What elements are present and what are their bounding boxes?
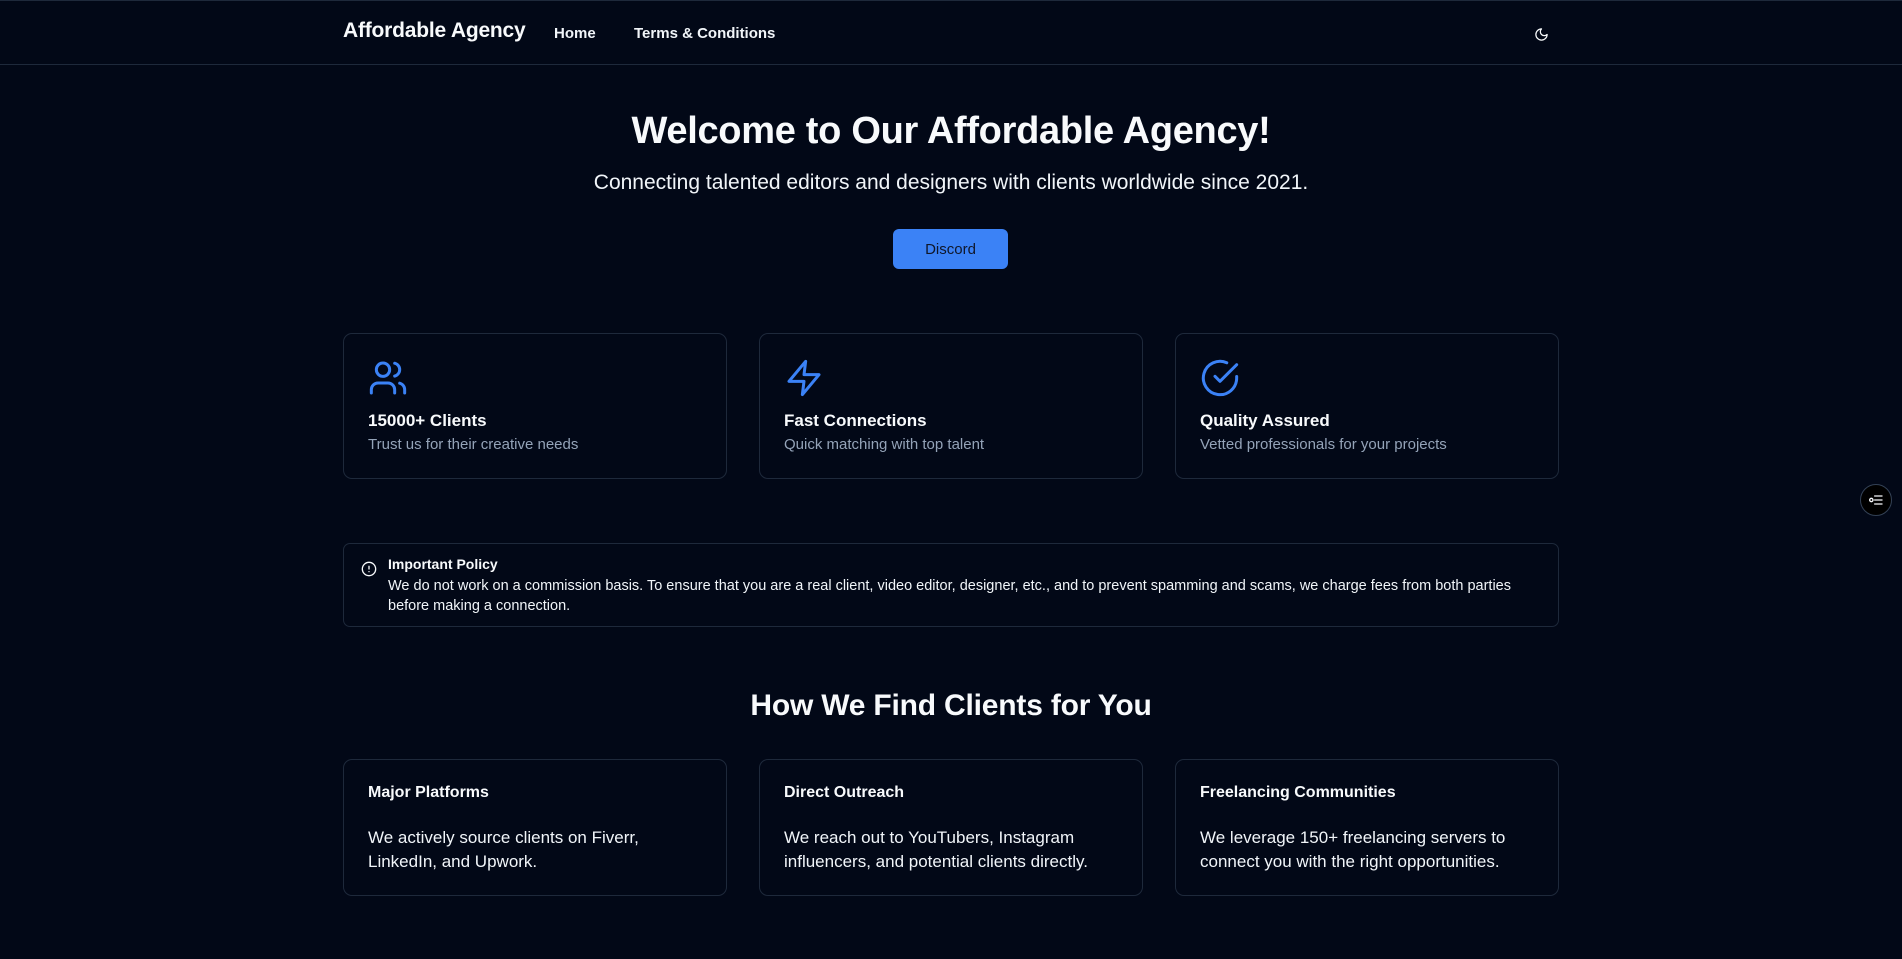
discord-button[interactable]: Discord: [893, 229, 1008, 269]
nav-home-link[interactable]: Home: [554, 25, 596, 42]
brand-logo[interactable]: Affordable Agency: [343, 19, 526, 43]
lightning-icon: [787, 359, 821, 397]
how-card-description: We reach out to YouTubers, Instagram inf…: [784, 828, 1088, 871]
policy-text: We do not work on a commission basis. To…: [388, 578, 1511, 614]
theme-toggle-button[interactable]: [1530, 23, 1552, 45]
hero-subtitle: Connecting talented editors and designer…: [593, 171, 1309, 194]
how-card-platforms: Major Platforms We actively source clien…: [343, 759, 727, 896]
section-title: How We Find Clients for You: [750, 689, 1152, 722]
how-card-description: We leverage 150+ freelancing servers to …: [1200, 828, 1506, 871]
feature-description: Trust us for their creative needs: [368, 436, 579, 453]
feature-description: Quick matching with top talent: [784, 436, 985, 453]
side-widget-button[interactable]: [1860, 484, 1892, 516]
feature-description: Vetted professionals for your projects: [1200, 436, 1447, 453]
feature-title: Fast Connections: [784, 411, 927, 430]
how-card-outreach: Direct Outreach We reach out to YouTuber…: [759, 759, 1143, 896]
feature-title: Quality Assured: [1200, 411, 1330, 430]
how-card-title: Freelancing Communities: [1200, 784, 1396, 801]
how-card-title: Direct Outreach: [784, 784, 905, 801]
check-circle-icon: [1201, 359, 1239, 397]
how-card-title: Major Platforms: [368, 784, 489, 801]
feature-card-clients: 15000+ Clients Trust us for their creati…: [343, 333, 727, 479]
feature-card-fast: Fast Connections Quick matching with top…: [759, 333, 1143, 479]
feature-card-quality: Quality Assured Vetted professionals for…: [1175, 333, 1559, 479]
accessibility-toggle-icon: [1869, 495, 1883, 505]
policy-title: Important Policy: [388, 556, 498, 572]
nav-terms-link[interactable]: Terms & Conditions: [634, 25, 775, 42]
navbar: Affordable Agency Home Terms & Condition…: [0, 0, 1902, 65]
info-icon: [361, 561, 377, 577]
moon-icon: [1534, 27, 1548, 41]
feature-title: 15000+ Clients: [368, 411, 487, 430]
hero-title: Welcome to Our Affordable Agency!: [631, 110, 1271, 152]
how-card-communities: Freelancing Communities We leverage 150+…: [1175, 759, 1559, 896]
users-icon: [369, 361, 407, 395]
policy-alert: Important Policy We do not work on a com…: [343, 543, 1559, 627]
how-card-description: We actively source clients on Fiverr, Li…: [368, 828, 639, 871]
